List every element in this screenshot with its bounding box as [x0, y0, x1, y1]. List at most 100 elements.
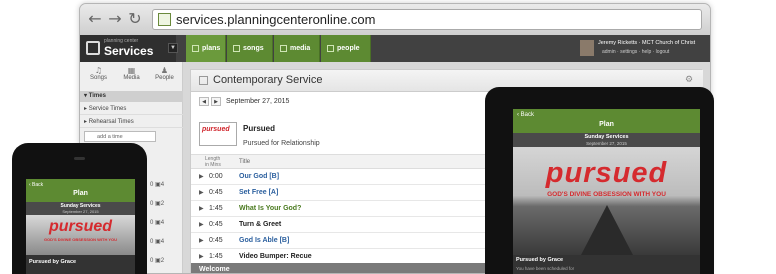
- tab-label: people: [337, 45, 360, 52]
- settings-link[interactable]: settings: [620, 49, 637, 55]
- series-artwork: pursued GOD'S DIVINE OBSESSION WITH YOU: [26, 215, 135, 255]
- artwork-subtitle: GOD'S DIVINE OBSESSION WITH YOU: [547, 191, 666, 198]
- expand-triangle-icon[interactable]: ▶: [199, 253, 204, 260]
- plan-subtitle: Pursued for Relationship: [243, 140, 320, 147]
- phone-navbar: ‹ Back Plan: [26, 179, 135, 202]
- sidebar-songs-button[interactable]: ♫ Songs: [82, 66, 115, 86]
- plan-title: Pursued by Grace: [516, 257, 564, 263]
- address-bar[interactable]: services.planningcenteronline.com: [152, 9, 702, 30]
- tablet-device: ‹ Back Plan Sunday Services September 27…: [485, 87, 714, 274]
- tab-media[interactable]: media: [274, 35, 320, 62]
- sidebar-icon-label: People: [155, 75, 174, 81]
- item-title[interactable]: Turn & Greet: [239, 221, 281, 228]
- services-logo-icon: [86, 41, 100, 55]
- section-label: Times: [88, 93, 106, 99]
- artwork-title: pursued: [48, 218, 113, 235]
- forward-arrow-icon[interactable]: →: [106, 9, 124, 29]
- org-name: MCT Church of Christ: [642, 40, 696, 46]
- add-time-button[interactable]: add a time: [84, 131, 156, 142]
- item-length: 1:45: [209, 205, 223, 212]
- music-note-icon: ♫: [94, 66, 103, 75]
- tab-label: songs: [243, 45, 264, 52]
- item-title[interactable]: Video Bumper: Recue: [239, 253, 312, 260]
- expand-triangle-icon[interactable]: ▶: [199, 205, 204, 212]
- tab-plans[interactable]: plans: [186, 35, 226, 62]
- tab-songs[interactable]: songs: [227, 35, 273, 62]
- count-row: 0 ▣2: [150, 201, 165, 207]
- artwork-subtitle: GOD'S DIVINE OBSESSION WITH YOU: [43, 237, 118, 242]
- sidebar-people-button[interactable]: ♟ People: [148, 66, 181, 86]
- expand-triangle-icon[interactable]: ▶: [199, 221, 204, 228]
- sidebar-icon-label: Media: [123, 75, 140, 81]
- sidebar-item-service-times[interactable]: ▸ Service Times: [80, 103, 183, 115]
- series-artwork-thumbnail[interactable]: pursued: [199, 122, 237, 146]
- back-arrow-icon[interactable]: ←: [86, 9, 104, 29]
- service-name: Sunday Services: [584, 134, 629, 140]
- row-label: Service Times: [88, 106, 127, 112]
- sidebar-item-rehearsal-times[interactable]: ▸ Rehearsal Times: [80, 116, 183, 128]
- plan-title: Pursued: [243, 124, 276, 133]
- people-icon: ♟: [160, 66, 169, 75]
- tablet-navbar: ‹ Back Plan: [513, 109, 700, 133]
- count-row: 0 ▣4: [150, 220, 165, 226]
- length-column-header: Length in Mins: [205, 156, 221, 168]
- artwork-text: pursued: [202, 126, 230, 133]
- gear-icon[interactable]: ⚙: [685, 75, 693, 85]
- expand-triangle-icon[interactable]: ▶: [199, 173, 204, 180]
- film-icon: [280, 45, 287, 52]
- item-title[interactable]: God Is Able [B]: [239, 237, 289, 244]
- phone-device: ‹ Back Plan Sunday Services September 27…: [12, 143, 147, 274]
- plan-date: September 27, 2015: [226, 98, 290, 105]
- film-icon: ▦: [127, 66, 136, 75]
- admin-link[interactable]: admin: [602, 49, 616, 55]
- service-banner: Sunday Services September 27, 2015: [26, 202, 135, 215]
- previous-plan-button[interactable]: ◀: [199, 97, 209, 106]
- item-length: 0:00: [209, 173, 223, 180]
- browser-toolbar: ← → ↻ services.planningcenteronline.com: [80, 4, 710, 35]
- sidebar-icon-label: Songs: [89, 75, 107, 81]
- service-banner: Sunday Services September 27, 2015: [513, 133, 700, 147]
- count-row: 0 ▣2: [150, 258, 165, 264]
- people-icon: [327, 45, 334, 52]
- url-text: services.planningcenteronline.com: [176, 12, 376, 27]
- plans-icon: [192, 45, 199, 52]
- tab-people[interactable]: people: [321, 35, 371, 62]
- back-button[interactable]: ‹ Back: [517, 112, 534, 118]
- item-length: 0:45: [209, 221, 223, 228]
- app-switcher-chevron-icon[interactable]: ▼: [168, 43, 178, 53]
- avatar: [580, 40, 594, 56]
- user-name: Jeremy Ricketts · MCT Church of Christ: [598, 40, 696, 46]
- road-graphic: [581, 205, 633, 255]
- speaker-grille: [74, 157, 85, 160]
- logout-link[interactable]: logout: [656, 49, 670, 55]
- tab-label: media: [290, 45, 311, 52]
- reload-icon[interactable]: ↻: [126, 9, 144, 29]
- tablet-screen: ‹ Back Plan Sunday Services September 27…: [513, 109, 700, 274]
- plan-footer[interactable]: Pursued by Grace You have been scheduled…: [513, 255, 700, 274]
- service-type-icon: [199, 76, 208, 85]
- user-menu[interactable]: Jeremy Ricketts · MCT Church of Christ a…: [580, 40, 710, 58]
- brand-block[interactable]: planning center Services ▼: [80, 35, 178, 62]
- schedule-note: You have been scheduled for: [516, 266, 575, 271]
- expand-triangle-icon[interactable]: ▶: [199, 237, 204, 244]
- service-date: September 27, 2015: [62, 209, 99, 214]
- user-links: admin · settings · help · logout: [602, 49, 670, 55]
- back-button[interactable]: ‹ Back: [29, 182, 43, 188]
- next-plan-button[interactable]: ▶: [211, 97, 221, 106]
- help-link[interactable]: help: [642, 49, 651, 55]
- title-column-header: Title: [239, 159, 251, 165]
- artwork-title: pursued: [545, 157, 668, 189]
- item-length: 0:45: [209, 189, 223, 196]
- brand-name: Services: [104, 44, 154, 58]
- sidebar-section-times[interactable]: ▾ Times: [80, 91, 183, 102]
- item-title[interactable]: What Is Your God?: [239, 205, 301, 212]
- plan-footer[interactable]: Pursued by Grace: [26, 255, 135, 274]
- sidebar-media-button[interactable]: ▦ Media: [115, 66, 148, 86]
- item-title[interactable]: Set Free [A]: [239, 189, 278, 196]
- expand-triangle-icon[interactable]: ▶: [199, 189, 204, 196]
- item-length: 0:45: [209, 237, 223, 244]
- page-title: Contemporary Service: [213, 74, 323, 86]
- item-title[interactable]: Our God [B]: [239, 173, 279, 180]
- app-navbar: planning center Services ▼ plans songs m…: [80, 35, 710, 62]
- series-artwork: pursued GOD'S DIVINE OBSESSION WITH YOU: [513, 147, 700, 255]
